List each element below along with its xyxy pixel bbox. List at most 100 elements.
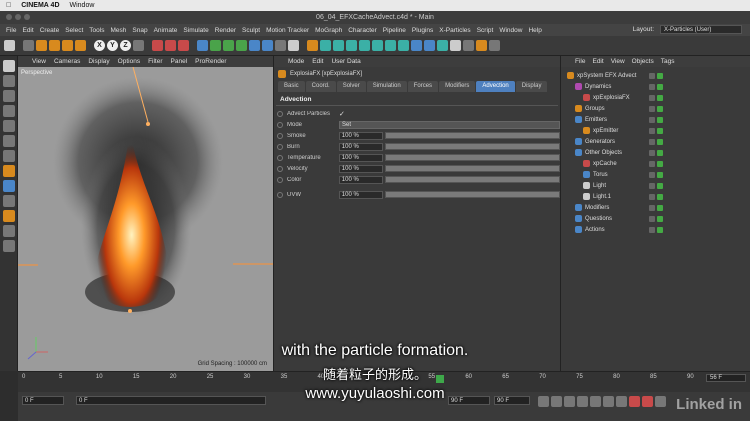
menu-file[interactable]: File — [3, 27, 19, 34]
color-input[interactable]: 100 % — [338, 175, 383, 184]
visibility-flags[interactable] — [649, 204, 663, 211]
scene-icon[interactable] — [262, 40, 273, 51]
recent-tool-icon[interactable] — [75, 40, 86, 51]
animate-dot[interactable] — [277, 191, 283, 198]
edges-mode-icon[interactable] — [2, 135, 15, 147]
object-item[interactable]: xpCache — [561, 158, 750, 169]
visibility-flags[interactable] — [649, 138, 663, 145]
viewport-menu-cameras[interactable]: Cameras — [54, 58, 80, 65]
object-item[interactable]: Actions — [561, 224, 750, 235]
axis-y-icon[interactable]: Y — [107, 40, 118, 51]
object-item[interactable]: xpEmitter — [561, 125, 750, 136]
xp-modifier-icon[interactable] — [346, 40, 357, 51]
move-icon[interactable] — [36, 40, 47, 51]
axis-mode-icon[interactable] — [2, 165, 15, 177]
xp-cache-icon[interactable] — [385, 40, 396, 51]
tab-modifiers[interactable]: Modifiers — [439, 81, 476, 92]
menu-tools[interactable]: Tools — [86, 27, 107, 34]
viewport-menu-prorender[interactable]: ProRender — [195, 58, 226, 65]
axis-x-icon[interactable]: X — [94, 40, 105, 51]
axis-z-icon[interactable]: Z — [120, 40, 131, 51]
menu-script[interactable]: Script — [474, 27, 497, 34]
menu-render[interactable]: Render — [212, 27, 239, 34]
menu-character[interactable]: Character — [345, 27, 380, 34]
model-mode-icon[interactable] — [2, 75, 15, 87]
lock-workplane-icon[interactable] — [2, 210, 15, 222]
xp-info-icon[interactable] — [489, 40, 500, 51]
visibility-flags[interactable] — [649, 105, 663, 112]
cube-icon[interactable] — [197, 40, 208, 51]
menu-select[interactable]: Select — [62, 27, 86, 34]
visibility-flags[interactable] — [649, 193, 663, 200]
attribute-menu-user-data[interactable]: User Data — [331, 58, 360, 65]
menu-simulate[interactable]: Simulate — [180, 27, 211, 34]
visibility-flags[interactable] — [649, 171, 663, 178]
tab-simulation[interactable]: Simulation — [366, 81, 407, 92]
smoke-input[interactable]: 100 % — [338, 131, 383, 140]
xp-help-icon[interactable] — [463, 40, 474, 51]
uvw-input[interactable]: 100 % — [338, 190, 383, 199]
tab-display[interactable]: Display — [515, 81, 548, 92]
visibility-flags[interactable] — [649, 226, 663, 233]
burn-input[interactable]: 100 % — [338, 142, 383, 151]
window-controls[interactable] — [6, 14, 30, 20]
object-menu-view[interactable]: View — [611, 58, 625, 65]
rotate-icon[interactable] — [62, 40, 73, 51]
live-select-icon[interactable] — [23, 40, 34, 51]
visibility-flags[interactable] — [649, 182, 663, 189]
menu-pipeline[interactable]: Pipeline — [380, 27, 409, 34]
viewport-menu-view[interactable]: View — [32, 58, 46, 65]
menu-help[interactable]: Help — [525, 27, 544, 34]
solo-icon[interactable] — [2, 225, 15, 237]
smoke-slider[interactable] — [384, 132, 561, 139]
object-menu-file[interactable]: File — [575, 58, 585, 65]
app-menu[interactable]: CINEMA 4D — [21, 2, 59, 9]
menu-edit[interactable]: Edit — [19, 27, 36, 34]
viewport-menu-display[interactable]: Display — [88, 58, 109, 65]
xp-skin-icon[interactable] — [411, 40, 422, 51]
make-editable-icon[interactable] — [2, 60, 15, 72]
layout-dropdown[interactable]: X-Particles (User) — [660, 25, 742, 34]
menu-window[interactable]: Window — [496, 27, 525, 34]
velocity-slider[interactable] — [384, 165, 561, 172]
animate-dot[interactable] — [277, 154, 283, 161]
workplane-icon[interactable] — [2, 105, 15, 117]
object-item[interactable]: Dynamics — [561, 81, 750, 92]
menu-sculpt[interactable]: Sculpt — [239, 27, 263, 34]
visibility-flags[interactable] — [649, 149, 663, 156]
render-settings-icon[interactable] — [178, 40, 189, 51]
polygons-mode-icon[interactable] — [2, 150, 15, 162]
mode-dropdown[interactable]: Set — [339, 120, 560, 129]
xp-trail-icon[interactable] — [424, 40, 435, 51]
color-slider[interactable] — [384, 176, 561, 183]
animate-dot[interactable] — [277, 176, 283, 183]
deformer-icon[interactable] — [249, 40, 260, 51]
menu-mograph[interactable]: MoGraph — [312, 27, 345, 34]
viewport-menu-options[interactable]: Options — [118, 58, 140, 65]
object-item[interactable]: Questions — [561, 213, 750, 224]
xp-system-icon[interactable] — [307, 40, 318, 51]
tab-solver[interactable]: Solver — [336, 81, 366, 92]
xp-action-icon[interactable] — [372, 40, 383, 51]
subdivision-icon[interactable] — [223, 40, 234, 51]
xp-explosia-icon[interactable] — [437, 40, 448, 51]
spline-icon[interactable] — [210, 40, 221, 51]
visibility-flags[interactable] — [649, 116, 663, 123]
object-item[interactable]: xpExplosiaFX — [561, 92, 750, 103]
object-menu-tags[interactable]: Tags — [661, 58, 675, 65]
burn-slider[interactable] — [384, 143, 561, 150]
visibility-flags[interactable] — [649, 215, 663, 222]
object-item[interactable]: Other Objects — [561, 147, 750, 158]
object-item[interactable]: Light.1 — [561, 191, 750, 202]
viewport-menu-panel[interactable]: Panel — [171, 58, 188, 65]
animate-dot[interactable] — [277, 143, 283, 150]
array-icon[interactable] — [236, 40, 247, 51]
tab-advection[interactable]: Advection — [476, 81, 515, 92]
xp-question-icon[interactable] — [359, 40, 370, 51]
render-view-icon[interactable] — [152, 40, 163, 51]
attribute-menu-edit[interactable]: Edit — [312, 58, 323, 65]
texture-mode-icon[interactable] — [2, 90, 15, 102]
advect-particles-checkbox[interactable]: ✓ — [339, 110, 345, 118]
viewport-menu-filter[interactable]: Filter — [148, 58, 162, 65]
object-menu-edit[interactable]: Edit — [592, 58, 603, 65]
